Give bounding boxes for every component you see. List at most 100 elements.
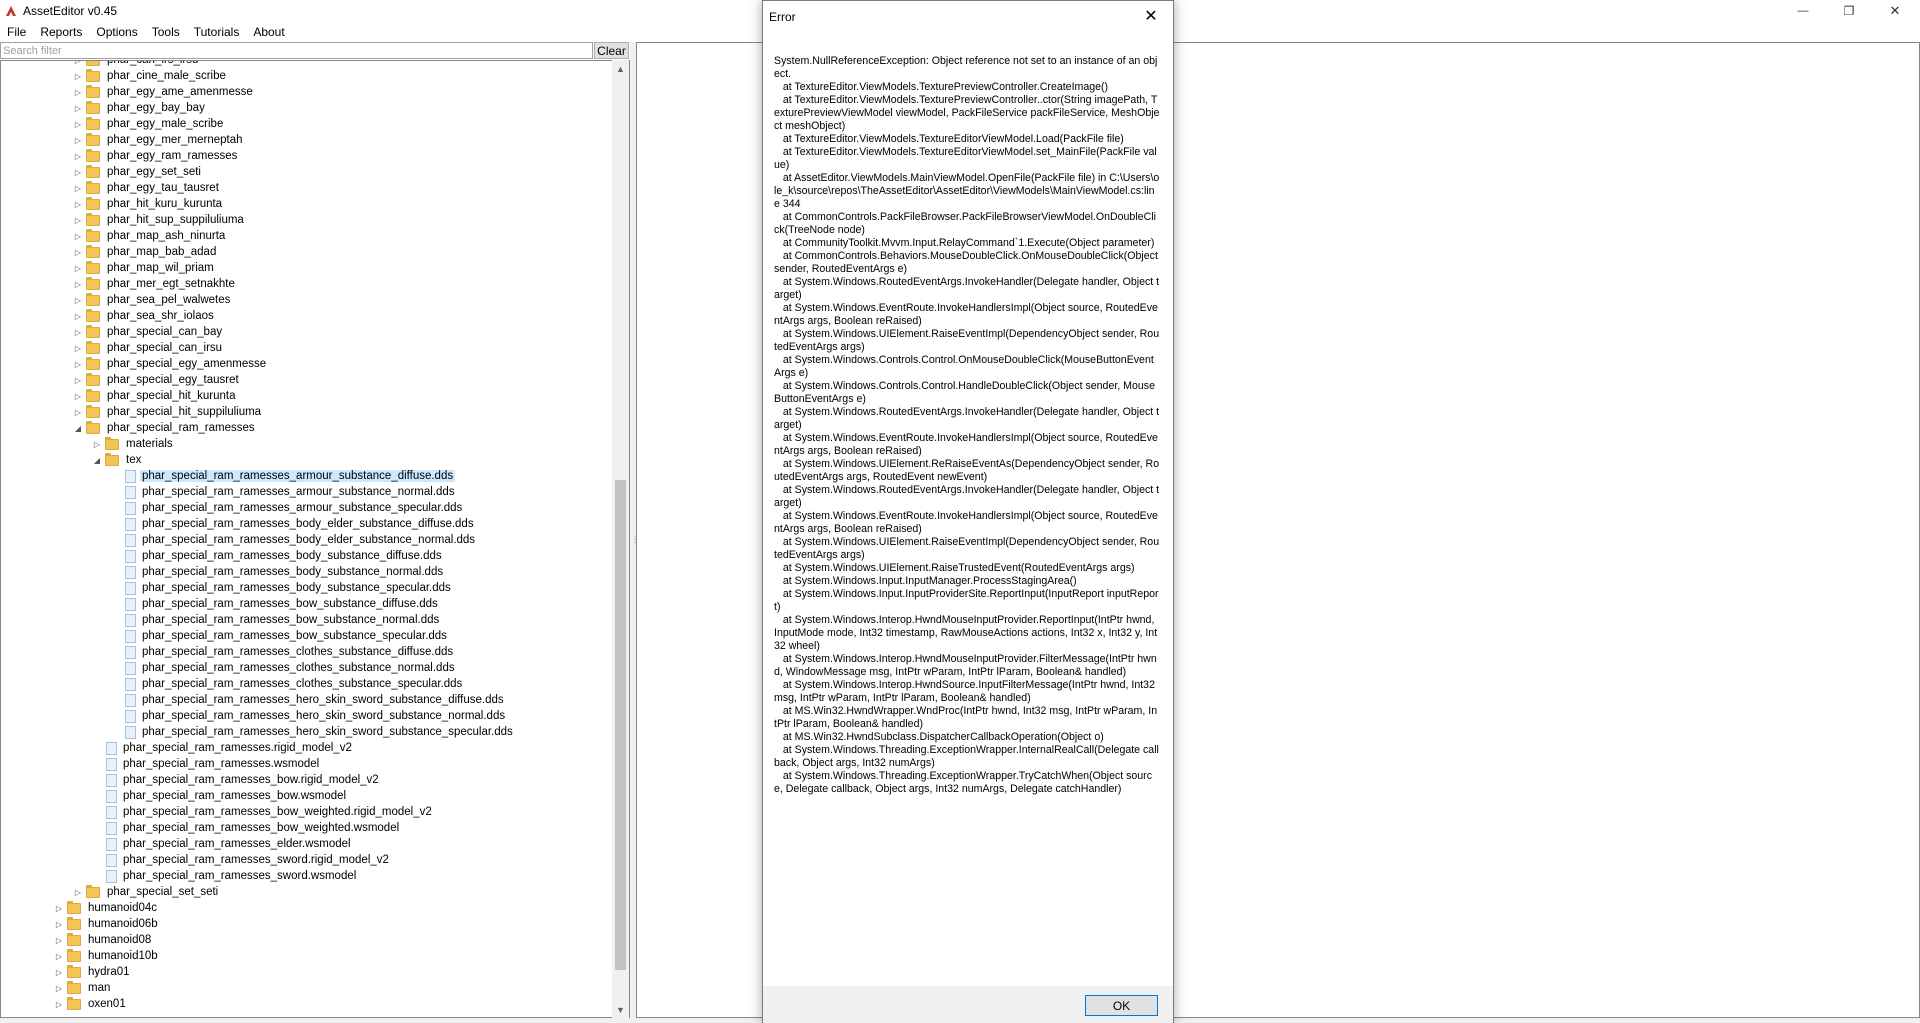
scroll-up-icon[interactable]: ▲ [612,60,629,77]
tree-folder-row[interactable]: ▷ phar_egy_male_scribe [73,116,225,132]
collapsed-arrow-icon[interactable]: ▷ [73,228,83,244]
tree-file-row[interactable]: phar_special_ram_ramesses_armour_substan… [122,468,456,484]
tree-folder-row[interactable]: ▷ phar_map_wil_priam [73,260,216,276]
expanded-arrow-icon[interactable]: ◢ [92,452,102,468]
tree-folder-row[interactable]: ▷ hydra01 [54,964,132,980]
collapsed-arrow-icon[interactable]: ▷ [73,292,83,308]
tree-folder-row[interactable]: ▷ oxen01 [54,996,128,1012]
collapsed-arrow-icon[interactable]: ▷ [73,340,83,356]
tree-file-row[interactable]: phar_special_ram_ramesses_body_elder_sub… [122,532,477,548]
tree-file-row[interactable]: phar_special_ram_ramesses_body_substance… [122,564,445,580]
tree-folder-row[interactable]: ▷ phar_special_egy_amenmesse [73,356,268,372]
collapsed-arrow-icon[interactable]: ▷ [73,884,83,900]
collapsed-arrow-icon[interactable]: ▷ [73,68,83,84]
tree-file-row[interactable]: phar_special_ram_ramesses_clothes_substa… [122,644,455,660]
tree-file-row[interactable]: phar_special_ram_ramesses_clothes_substa… [122,660,457,676]
collapsed-arrow-icon[interactable]: ▷ [54,980,64,996]
dialog-close-button[interactable]: ✕ [1133,5,1169,27]
tree-folder-row[interactable]: ▷ phar_sea_pel_walwetes [73,292,232,308]
ok-button[interactable]: OK [1085,995,1158,1016]
expanded-arrow-icon[interactable]: ◢ [73,420,83,436]
tree-file-row[interactable]: phar_special_ram_ramesses.wsmodel [103,756,321,772]
tree-folder-row[interactable]: ▷ phar_sea_shr_iolaos [73,308,216,324]
tree-folder-row[interactable]: ▷ phar_egy_set_seti [73,164,203,180]
tree-file-row[interactable]: phar_special_ram_ramesses_elder.wsmodel [103,836,353,852]
tree-folder-row[interactable]: ▷ phar_egy_bay_bay [73,100,207,116]
collapsed-arrow-icon[interactable]: ▷ [73,116,83,132]
collapsed-arrow-icon[interactable]: ▷ [54,948,64,964]
tree-folder-row[interactable]: ▷ humanoid08 [54,932,153,948]
collapsed-arrow-icon[interactable]: ▷ [73,180,83,196]
tree-file-row[interactable]: phar_special_ram_ramesses_armour_substan… [122,500,464,516]
collapsed-arrow-icon[interactable]: ▷ [73,388,83,404]
tree-folder-row[interactable]: ◢ phar_special_ram_ramesses [73,420,257,436]
pack-file-tree[interactable]: ▷ phar_can_irs_irsu ▷ phar_cine_male_scribe… [0,60,630,1018]
search-filter-input[interactable] [0,42,593,59]
tree-folder-row[interactable]: ▷ phar_egy_mer_merneptah [73,132,245,148]
tree-file-row[interactable]: phar_special_ram_ramesses_body_substance… [122,548,444,564]
collapsed-arrow-icon[interactable]: ▷ [73,212,83,228]
tree-folder-row[interactable]: ▷ humanoid06b [54,916,160,932]
tree-file-row[interactable]: phar_special_ram_ramesses_bow_substance_… [122,596,440,612]
tree-file-row[interactable]: phar_special_ram_ramesses_body_elder_sub… [122,516,476,532]
collapsed-arrow-icon[interactable]: ▷ [73,276,83,292]
collapsed-arrow-icon[interactable]: ▷ [54,900,64,916]
tree-folder-row[interactable]: ▷ phar_egy_ram_ramesses [73,148,239,164]
collapsed-arrow-icon[interactable]: ▷ [73,244,83,260]
minimize-button[interactable]: — [1780,0,1826,22]
collapsed-arrow-icon[interactable]: ▷ [73,260,83,276]
tree-folder-row[interactable]: ▷ phar_hit_sup_suppiluliuma [73,212,246,228]
collapsed-arrow-icon[interactable]: ▷ [54,916,64,932]
tree-folder-row[interactable]: ▷ phar_egy_tau_tausret [73,180,221,196]
tree-file-row[interactable]: phar_special_ram_ramesses_sword.rigid_mo… [103,852,391,868]
collapsed-arrow-icon[interactable]: ▷ [73,372,83,388]
tree-folder-row[interactable]: ▷ phar_special_hit_suppiluliuma [73,404,263,420]
tree-folder-row[interactable]: ▷ phar_special_can_bay [73,324,224,340]
tree-folder-row[interactable]: ▷ phar_special_hit_kurunta [73,388,238,404]
menu-about[interactable]: About [246,22,291,42]
tree-folder-row[interactable]: ▷ phar_can_irs_irsu [73,61,200,68]
collapsed-arrow-icon[interactable]: ▷ [73,148,83,164]
tree-file-row[interactable]: phar_special_ram_ramesses_bow_substance_… [122,628,449,644]
tree-file-row[interactable]: phar_special_ram_ramesses_armour_substan… [122,484,457,500]
tree-folder-row[interactable]: ▷ phar_map_ash_ninurta [73,228,227,244]
collapsed-arrow-icon[interactable]: ▷ [54,996,64,1012]
menu-tools[interactable]: Tools [145,22,187,42]
tree-folder-row[interactable]: ▷ humanoid10b [54,948,160,964]
tree-folder-row[interactable]: ▷ man [54,980,112,996]
collapsed-arrow-icon[interactable]: ▷ [73,164,83,180]
menu-tutorials[interactable]: Tutorials [187,22,247,42]
tree-file-row[interactable]: phar_special_ram_ramesses_hero_skin_swor… [122,724,515,740]
collapsed-arrow-icon[interactable]: ▷ [73,404,83,420]
tree-file-row[interactable]: phar_special_ram_ramesses_hero_skin_swor… [122,692,506,708]
collapsed-arrow-icon[interactable]: ▷ [92,436,102,452]
menu-options[interactable]: Options [89,22,144,42]
restore-button[interactable]: ❐ [1826,0,1872,22]
scroll-down-icon[interactable]: ▼ [612,1001,629,1018]
collapsed-arrow-icon[interactable]: ▷ [73,132,83,148]
collapsed-arrow-icon[interactable]: ▷ [54,932,64,948]
tree-file-row[interactable]: phar_special_ram_ramesses_sword.wsmodel [103,868,358,884]
tree-folder-row[interactable]: ▷ materials [92,436,175,452]
tree-scrollbar[interactable]: ▲ ▼ [612,60,629,1018]
tree-file-row[interactable]: phar_special_ram_ramesses_bow_substance_… [122,612,441,628]
collapsed-arrow-icon[interactable]: ▷ [73,308,83,324]
tree-folder-row[interactable]: ▷ phar_map_bab_adad [73,244,218,260]
menu-file[interactable]: File [0,22,33,42]
collapsed-arrow-icon[interactable]: ▷ [73,196,83,212]
tree-file-row[interactable]: phar_special_ram_ramesses_clothes_substa… [122,676,464,692]
tree-folder-row[interactable]: ▷ phar_special_set_seti [73,884,220,900]
tree-folder-row[interactable]: ▷ phar_special_can_irsu [73,340,224,356]
tree-folder-row[interactable]: ▷ humanoid04c [54,900,159,916]
collapsed-arrow-icon[interactable]: ▷ [73,356,83,372]
tree-folder-row[interactable]: ▷ phar_special_egy_tausret [73,372,241,388]
tree-file-row[interactable]: phar_special_ram_ramesses_bow_weighted.r… [103,804,434,820]
collapsed-arrow-icon[interactable]: ▷ [73,100,83,116]
tree-file-row[interactable]: phar_special_ram_ramesses_bow.wsmodel [103,788,348,804]
collapsed-arrow-icon[interactable]: ▷ [54,964,64,980]
tree-file-row[interactable]: phar_special_ram_ramesses_bow.rigid_mode… [103,772,381,788]
menu-reports[interactable]: Reports [33,22,89,42]
collapsed-arrow-icon[interactable]: ▷ [73,84,83,100]
tree-file-row[interactable]: phar_special_ram_ramesses.rigid_model_v2 [103,740,354,756]
collapsed-arrow-icon[interactable]: ▷ [73,324,83,340]
